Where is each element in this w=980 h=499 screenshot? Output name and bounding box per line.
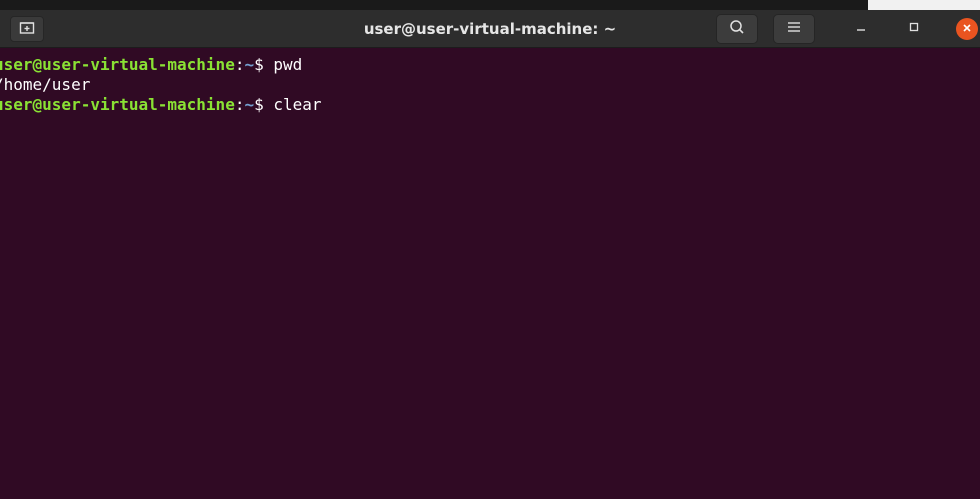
- terminal-line-prompt: user@user-virtual-machine:~$ pwd: [0, 55, 974, 75]
- maximize-button[interactable]: [903, 18, 925, 40]
- prompt-symbol: $: [254, 55, 274, 74]
- desktop-corner-panel: [868, 0, 980, 10]
- search-icon: [729, 19, 745, 40]
- command-text: pwd: [273, 55, 303, 74]
- terminal-line-prompt: user@user-virtual-machine:~$ clear: [0, 95, 974, 115]
- close-button[interactable]: [956, 18, 978, 40]
- screen: user@user-virtual-machine: ~ user@user-v…: [0, 0, 980, 499]
- search-button[interactable]: [716, 14, 758, 44]
- header-bar[interactable]: user@user-virtual-machine: ~: [0, 10, 980, 48]
- new-tab-icon: [19, 20, 35, 39]
- prompt-symbol: $: [254, 95, 274, 114]
- maximize-icon: [908, 20, 920, 38]
- hamburger-menu-icon: [787, 20, 801, 38]
- terminal-line-output: /home/user: [0, 75, 974, 95]
- prompt-user-host: user@user-virtual-machine: [0, 95, 235, 114]
- desktop-top-strip: [0, 0, 980, 10]
- close-icon: [962, 20, 972, 38]
- terminal-output[interactable]: user@user-virtual-machine:~$ pwd /home/u…: [0, 49, 980, 499]
- terminal-window: user@user-virtual-machine: ~ user@user-v…: [0, 10, 980, 499]
- window-title: user@user-virtual-machine: ~: [363, 20, 617, 38]
- prompt-user-host: user@user-virtual-machine: [0, 55, 235, 74]
- output-text: /home/user: [0, 75, 91, 94]
- new-tab-button[interactable]: [10, 16, 44, 42]
- minimize-icon: [855, 20, 867, 38]
- command-text: clear: [273, 95, 322, 114]
- minimize-button[interactable]: [850, 18, 872, 40]
- prompt-path: ~: [244, 95, 255, 114]
- menu-button[interactable]: [773, 14, 815, 44]
- prompt-path: ~: [244, 55, 255, 74]
